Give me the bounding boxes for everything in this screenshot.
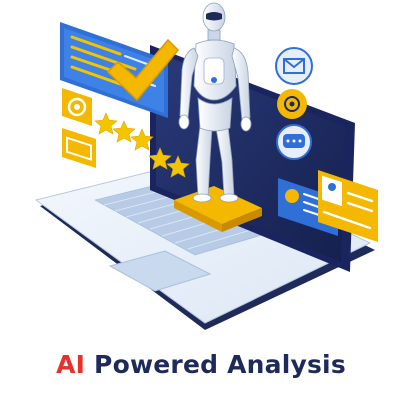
mail-bubble (275, 47, 313, 85)
caption-main: Powered Analysis (85, 350, 346, 379)
star-1 (94, 112, 118, 135)
gear-bubble (277, 89, 307, 119)
gear-card (62, 88, 92, 126)
illustration (0, 0, 402, 345)
chat-bubble (276, 124, 312, 160)
document-card (62, 128, 96, 168)
caption-accent: AI (56, 350, 86, 379)
star-3 (130, 128, 154, 151)
caption-title: AI Powered Analysis (0, 350, 402, 379)
star-2 (112, 120, 136, 143)
